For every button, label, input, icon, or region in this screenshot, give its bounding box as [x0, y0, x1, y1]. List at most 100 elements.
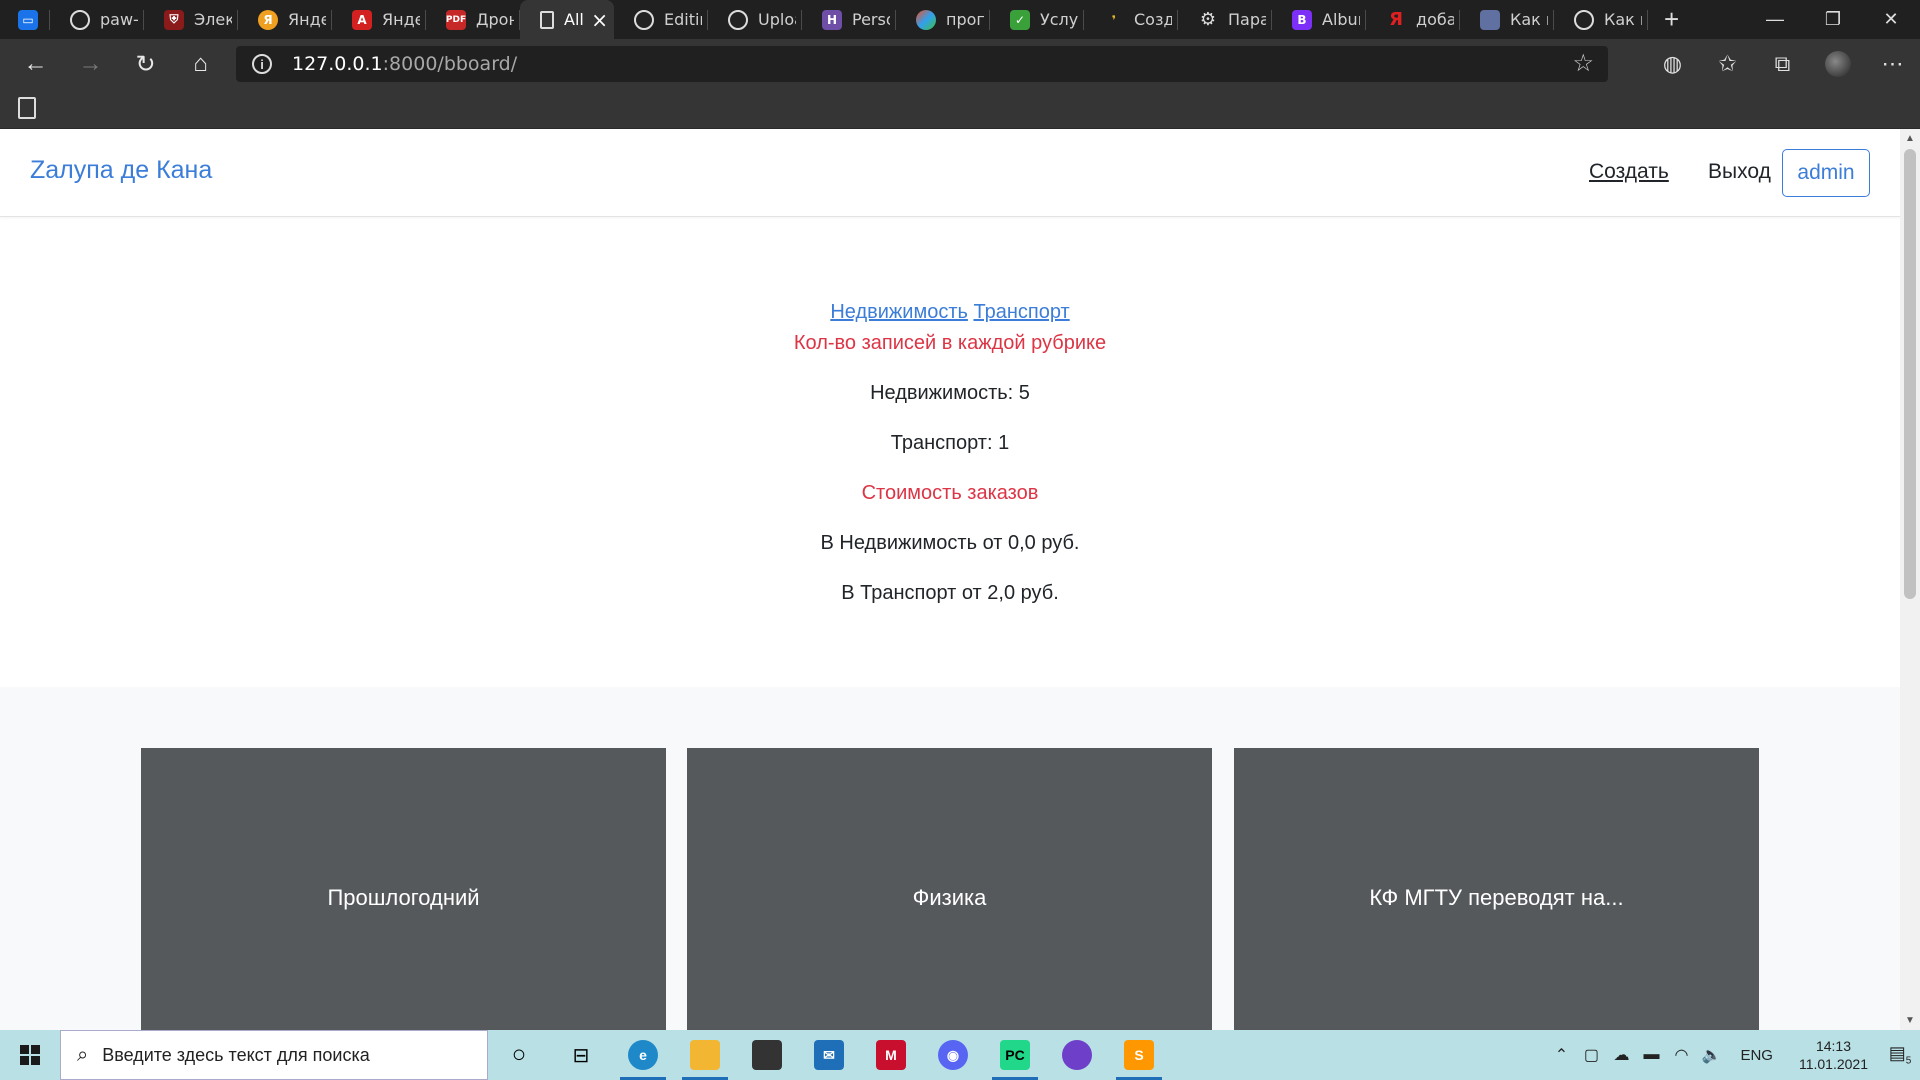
new-tab-button[interactable]: +	[1648, 4, 1695, 35]
browser-tab[interactable]: ❜ Создат	[1084, 0, 1178, 39]
search-icon: ⌕	[77, 1043, 89, 1066]
chat-icon: ▭	[18, 9, 38, 30]
file-explorer-icon[interactable]	[674, 1030, 736, 1080]
mail-icon[interactable]: ✉	[798, 1030, 860, 1080]
album-card[interactable]: КФ МГТУ переводят на...	[1234, 748, 1759, 1030]
home-icon[interactable]: ⌂	[173, 44, 228, 84]
discord-icon[interactable]: ◉	[922, 1030, 984, 1080]
page-scrollbar[interactable]: ▲ ▼	[1900, 129, 1920, 1030]
wifi-icon[interactable]: ◠	[1666, 1045, 1696, 1065]
windows-icon	[20, 1045, 40, 1065]
close-icon[interactable]: ×	[591, 8, 608, 32]
windows-taskbar: ⌕ Введите здесь текст для поиска ○ ⊟ e ✉…	[0, 1030, 1920, 1080]
avatar	[1824, 51, 1851, 77]
browser-tab[interactable]: A Яндекс	[332, 0, 426, 39]
browser-tab[interactable]: Как вс	[1460, 0, 1554, 39]
search-placeholder: Введите здесь текст для поиска	[102, 1044, 370, 1065]
github-icon	[728, 9, 748, 30]
pycharm-icon[interactable]: PC	[984, 1030, 1046, 1080]
browser-tab[interactable]: PDF Дроно	[426, 0, 520, 39]
browser-tab-active[interactable]: All ×	[520, 0, 614, 39]
browser-toolbar: ← → ↻ ⌂ i 127.0.0.1:8000/bboard/ ☆ ◍ ✩ ⧉…	[0, 39, 1920, 89]
reload-icon[interactable]: ↻	[118, 44, 173, 84]
close-window-icon[interactable]: ✕	[1862, 0, 1920, 39]
rubric-link-realty[interactable]: Недвижимость	[830, 301, 968, 323]
forward-arrow-icon[interactable]: →	[63, 44, 118, 84]
document-icon[interactable]	[18, 97, 36, 119]
scroll-down-icon[interactable]: ▼	[1905, 1015, 1915, 1026]
star-icon[interactable]: ☆	[1572, 49, 1594, 78]
price-heading: Стоимость заказов	[861, 482, 1039, 504]
main-content: Недвижимость Транспорт Кол-во записей в …	[0, 217, 1900, 687]
meet-now-icon[interactable]: ▢	[1576, 1045, 1606, 1065]
toolbar-actions: ◍ ✩ ⧉ ⋯	[1645, 39, 1920, 89]
scroll-up-icon[interactable]: ▲	[1905, 133, 1915, 144]
browser-tab[interactable]: ▭	[0, 0, 50, 39]
browser-tab[interactable]: ✓ Услуги	[990, 0, 1084, 39]
card-title: Физика	[912, 885, 987, 910]
count-realty: Недвижимость: 5	[870, 382, 1030, 404]
rubric-link-transport[interactable]: Транспорт	[973, 301, 1069, 323]
battery-icon[interactable]: ▬	[1636, 1046, 1666, 1064]
github-icon	[1574, 9, 1594, 30]
count-heading: Кол-во записей в каждой рубрике	[793, 332, 1107, 354]
browser-tab[interactable]: Upload	[708, 0, 802, 39]
browser-tab[interactable]: ⛨ Электр	[144, 0, 238, 39]
pdf-icon: PDF	[446, 9, 466, 30]
sublime-icon[interactable]: S	[1108, 1030, 1170, 1080]
store-icon[interactable]	[736, 1030, 798, 1080]
browser-tab[interactable]: Я Яндекс	[238, 0, 332, 39]
browser-tab[interactable]: B Album	[1272, 0, 1366, 39]
yandex-bar-icon: ❜	[1104, 9, 1124, 30]
system-tray: ⌃ ▢ ☁ ▬ ◠ 🔈 ENG 14:13 11.01.2021 ▤5	[1546, 1030, 1920, 1080]
bootstrap-icon: B	[1292, 9, 1312, 30]
browser-tab[interactable]: paw-w	[50, 0, 144, 39]
card-title: КФ МГТУ переводят на...	[1369, 885, 1624, 910]
minimize-icon[interactable]: —	[1746, 0, 1804, 39]
extension-icon[interactable]: ◍	[1645, 44, 1700, 84]
admin-button[interactable]: admin	[1782, 149, 1870, 197]
mcafee-icon[interactable]: M	[860, 1030, 922, 1080]
browser-tab[interactable]: ⚙ Парам	[1178, 0, 1272, 39]
onedrive-icon[interactable]: ☁	[1606, 1045, 1636, 1065]
url-text: 127.0.0.1:8000/bboard/	[292, 53, 518, 75]
album-card[interactable]: Прошлогодний	[141, 748, 666, 1030]
info-icon[interactable]: i	[252, 54, 272, 74]
scroll-thumb[interactable]	[1904, 149, 1916, 599]
more-icon[interactable]: ⋯	[1865, 44, 1920, 84]
app-icon	[1480, 9, 1500, 30]
site-brand[interactable]: Zалупа де Кана	[30, 156, 212, 185]
browser-tab[interactable]: програ	[896, 0, 990, 39]
dots-icon	[916, 9, 936, 30]
notification-icon[interactable]: ▤5	[1880, 1043, 1920, 1067]
rubric-links: Недвижимость Транспорт	[0, 301, 1900, 324]
tab-strip: ▭ paw-w ⛨ Электр Я Яндекс A Яндекс PDF Д…	[0, 0, 1920, 39]
profile-avatar[interactable]	[1810, 44, 1865, 84]
task-view-icon[interactable]: ⊟	[550, 1030, 612, 1080]
album-card[interactable]: Физика	[687, 748, 1212, 1030]
browser-tab[interactable]: Editing	[614, 0, 708, 39]
chevron-up-icon[interactable]: ⌃	[1546, 1045, 1576, 1065]
yandex-letter-icon: Я	[1389, 9, 1403, 30]
create-link[interactable]: Создать	[1589, 160, 1669, 184]
browser-tab[interactable]: Как вс	[1554, 0, 1648, 39]
restore-icon[interactable]: ❐	[1804, 0, 1862, 39]
browser-tab[interactable]: H Person	[802, 0, 896, 39]
collections-icon[interactable]: ⧉	[1755, 44, 1810, 84]
language-indicator[interactable]: ENG	[1740, 1047, 1773, 1064]
start-button[interactable]	[0, 1030, 60, 1080]
yandex-icon: Я	[258, 9, 278, 30]
cortana-icon[interactable]: ○	[488, 1030, 550, 1080]
volume-icon[interactable]: 🔈	[1696, 1045, 1726, 1065]
github-desktop-icon[interactable]	[1046, 1030, 1108, 1080]
edge-icon[interactable]: e	[612, 1030, 674, 1080]
logout-link[interactable]: Выход	[1708, 160, 1771, 184]
favorites-icon[interactable]: ✩	[1700, 44, 1755, 84]
back-arrow-icon[interactable]: ←	[8, 44, 63, 84]
heroku-icon: H	[822, 9, 842, 30]
github-icon	[634, 9, 654, 30]
browser-tab[interactable]: Я добав	[1366, 0, 1460, 39]
address-bar[interactable]: i 127.0.0.1:8000/bboard/ ☆	[236, 46, 1608, 82]
taskbar-search[interactable]: ⌕ Введите здесь текст для поиска	[60, 1030, 488, 1080]
clock[interactable]: 14:13 11.01.2021	[1799, 1037, 1868, 1073]
